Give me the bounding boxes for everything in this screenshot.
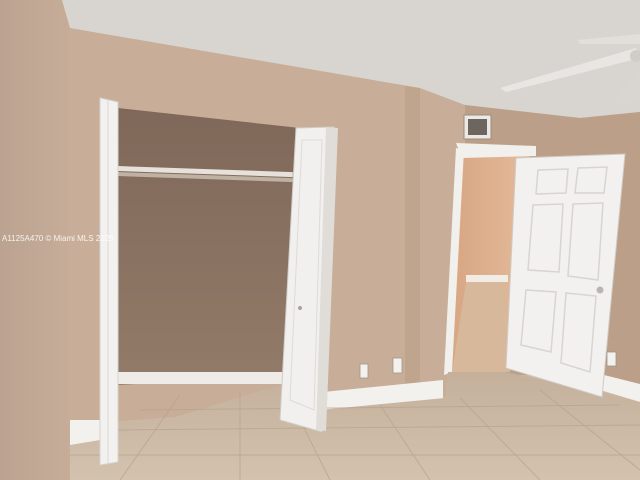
bedroom-photo: A1125A470 © Miami MLS 2025 [0,0,640,480]
wall-corner-shade [405,86,420,390]
watermark: A1125A470 © Miami MLS 2025 [2,234,114,243]
outlet-2 [392,357,403,374]
closet-baseboard [118,372,283,384]
closet-door-knob[interactable] [298,306,302,310]
door-knob[interactable] [596,286,604,294]
closet-interior [118,108,300,385]
closet-door-left[interactable] [99,97,119,466]
hallway-baseboard [466,275,508,282]
air-vent-grille [468,119,487,135]
outlet-3 [606,351,617,367]
outlet-1 [359,363,369,379]
